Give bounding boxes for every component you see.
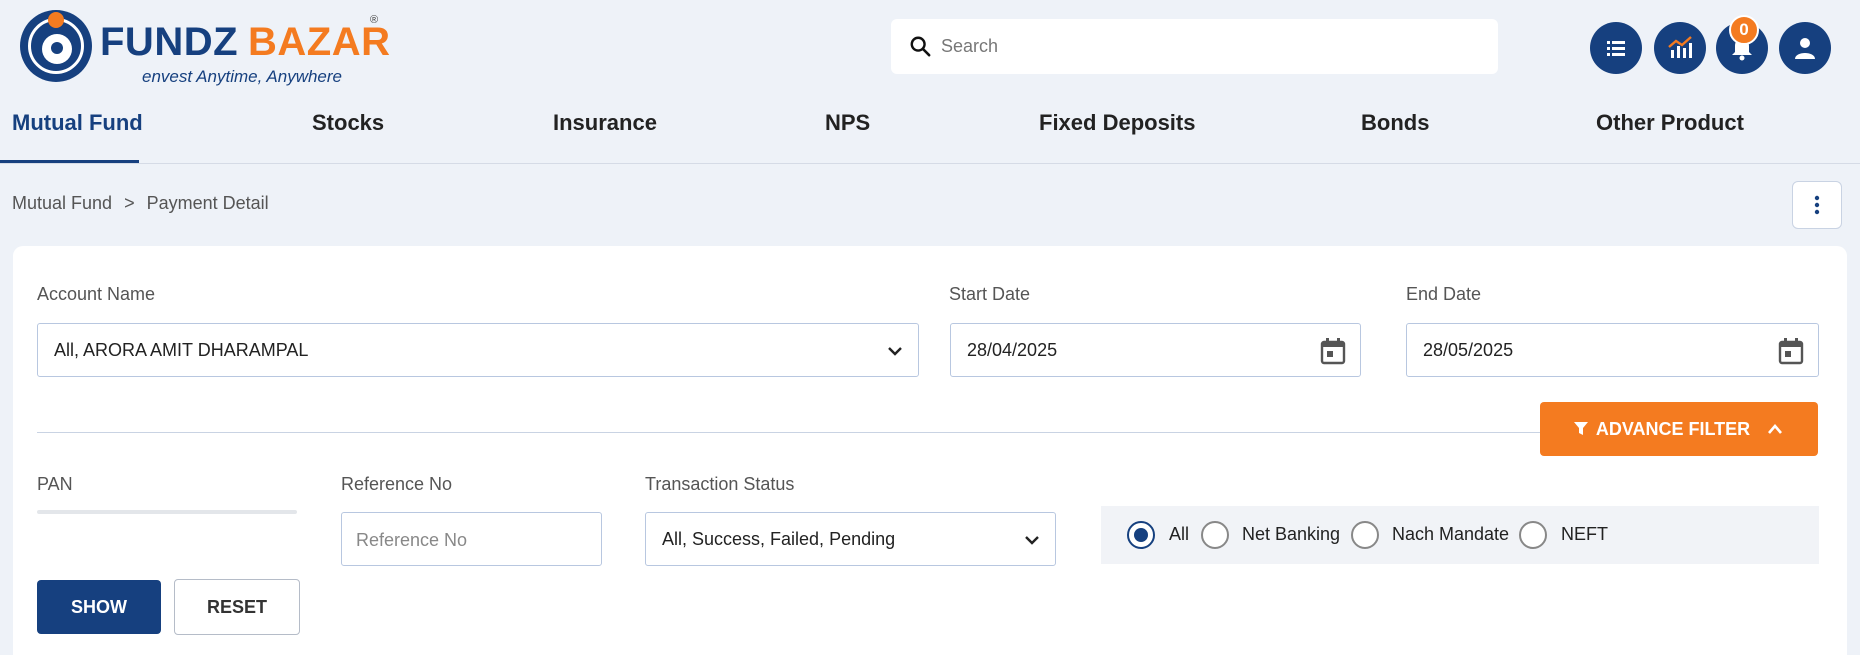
account-name-label: Account Name [37, 284, 156, 304]
search-icon [910, 36, 931, 57]
transaction-status-label: Transaction Status [645, 474, 795, 494]
notification-count-badge: 0 [1729, 15, 1759, 45]
nav-tab-stocks[interactable]: Stocks [312, 110, 384, 136]
chart-icon [1668, 36, 1692, 58]
breadcrumb: Mutual Fund > Payment Detail [12, 193, 269, 214]
payment-filter-card: Account Name All, ARORA AMIT DHARAMPAL S… [13, 246, 1847, 655]
end-date-label: End Date [1406, 284, 1482, 304]
breadcrumb-item-mutual-fund[interactable]: Mutual Fund [12, 193, 112, 213]
reference-no-field[interactable] [341, 512, 602, 566]
reference-no-input[interactable] [356, 525, 586, 555]
reset-button[interactable]: RESET [174, 579, 300, 635]
radio-nach-mandate-label[interactable]: Nach Mandate [1392, 524, 1509, 545]
breadcrumb-item-payment-detail: Payment Detail [146, 193, 269, 213]
account-name-select[interactable]: All, ARORA AMIT DHARAMPAL [37, 323, 919, 377]
list-icon [1607, 41, 1625, 56]
calendar-icon[interactable] [1320, 337, 1346, 365]
radio-all-label[interactable]: All [1169, 524, 1189, 545]
start-date-value: 28/04/2025 [967, 340, 1058, 360]
main-nav: Mutual Fund Stocks Insurance NPS Fixed D… [0, 96, 1860, 164]
show-button[interactable]: SHOW [37, 580, 161, 634]
radio-net-banking-label[interactable]: Net Banking [1242, 524, 1340, 545]
reference-no-label: Reference No [341, 474, 453, 494]
menu-list-button[interactable] [1590, 22, 1642, 74]
chevron-down-icon [1025, 536, 1039, 545]
account-name-value: All, ARORA AMIT DHARAMPAL [54, 340, 309, 360]
brand-name-part1: FUNDZ [100, 20, 239, 64]
section-divider [37, 432, 1557, 433]
logo-mark-icon [20, 10, 92, 82]
brand-name-part2: BAZAR [248, 20, 391, 64]
transaction-status-value: All, Success, Failed, Pending [662, 529, 896, 549]
radio-neft[interactable] [1519, 521, 1547, 549]
nav-tab-nps[interactable]: NPS [825, 110, 870, 136]
chevron-right-icon: > [124, 193, 135, 213]
brand-name: FUNDZ BAZAR [100, 20, 391, 64]
active-tab-indicator [0, 160, 139, 163]
pan-input-loading[interactable] [37, 510, 297, 514]
chevron-up-icon [1768, 424, 1783, 434]
user-icon [1795, 38, 1815, 59]
radio-neft-label[interactable]: NEFT [1561, 524, 1608, 545]
brand-tagline: envest Anytime, Anywhere [142, 67, 342, 86]
filter-icon [1573, 422, 1588, 435]
chevron-down-icon [888, 347, 902, 356]
nav-tab-bonds[interactable]: Bonds [1361, 110, 1429, 136]
radio-net-banking[interactable] [1201, 521, 1229, 549]
more-options-button[interactable] [1792, 181, 1842, 229]
app-header: FUNDZ BAZAR ® envest Anytime, Anywhere S… [0, 0, 1860, 95]
end-date-field[interactable]: 28/05/2025 [1406, 323, 1819, 377]
user-profile-button[interactable] [1779, 22, 1831, 74]
advance-filter-label: ADVANCE FILTER [1595, 418, 1751, 439]
brand-logo[interactable]: FUNDZ BAZAR ® envest Anytime, Anywhere [20, 10, 390, 88]
market-chart-button[interactable] [1654, 22, 1706, 74]
kebab-menu-icon [1814, 195, 1820, 215]
advance-filter-button[interactable]: ADVANCE FILTER [1540, 402, 1818, 456]
end-date-value: 28/05/2025 [1423, 340, 1514, 360]
registered-mark: ® [370, 14, 379, 26]
nav-tab-other-product[interactable]: Other Product [1596, 110, 1744, 136]
radio-all[interactable] [1127, 521, 1155, 549]
search-box[interactable] [891, 19, 1498, 74]
pan-label: PAN [37, 474, 73, 494]
start-date-field[interactable]: 28/04/2025 [950, 323, 1361, 377]
transaction-status-select[interactable]: All, Success, Failed, Pending [645, 512, 1056, 566]
nav-tab-mutual-fund[interactable]: Mutual Fund [12, 110, 143, 136]
start-date-label: Start Date [949, 284, 1031, 304]
calendar-icon[interactable] [1778, 337, 1804, 365]
payment-mode-radio-group: All Net Banking Nach Mandate NEFT [1101, 506, 1819, 564]
radio-nach-mandate[interactable] [1351, 521, 1379, 549]
nav-tab-insurance[interactable]: Insurance [553, 110, 657, 136]
search-input[interactable] [941, 29, 1481, 64]
nav-tab-fixed-deposits[interactable]: Fixed Deposits [1039, 110, 1195, 136]
